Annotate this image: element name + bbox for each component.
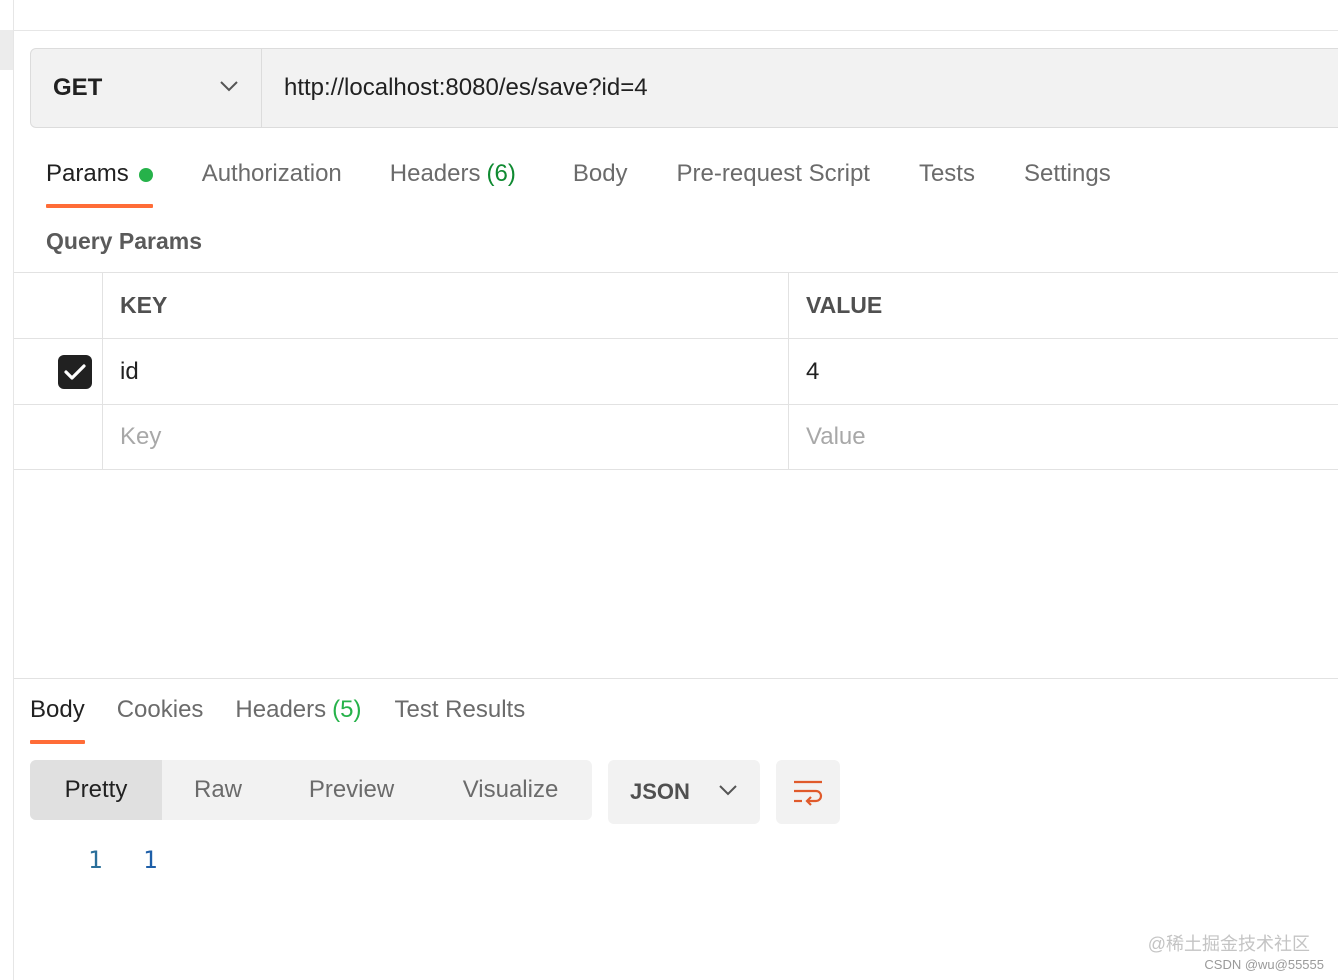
format-select[interactable]: JSON [608,760,760,824]
tab-settings[interactable]: Settings [1024,154,1111,210]
wrap-lines-button[interactable] [776,760,840,824]
chevron-down-icon [219,79,239,97]
tab-cookies[interactable]: Cookies [117,690,204,746]
tab-headers[interactable]: Headers (6) [390,154,516,210]
watermark-juejin: @稀土掘金技术社区 [1147,934,1310,954]
view-raw[interactable]: Raw [162,760,274,820]
tab-body[interactable]: Body [573,154,628,210]
table-row-new: Key Value [14,404,1338,470]
view-pretty[interactable]: Pretty [30,760,162,820]
format-label: JSON [630,779,690,804]
tab-label: Tests [918,160,975,187]
request-url-bar: GET http://localhost:8080/es/save?id=4 [30,48,1338,128]
tab-response-headers[interactable]: Headers (5) [235,690,361,746]
response-headers-count: (5) [332,696,362,723]
tab-pre-request-script[interactable]: Pre-request Script [677,154,870,210]
headers-count: (6) [486,160,516,187]
param-key-input[interactable]: id [103,339,789,404]
tab-label: Headers [235,696,327,723]
tab-params[interactable]: Params [46,154,153,210]
tab-label: Settings [1023,160,1111,187]
tab-tests[interactable]: Tests [919,154,975,210]
tab-label: Cookies [116,696,204,723]
sidebar-edge [0,0,14,980]
wrap-lines-icon [794,780,823,806]
table-row: id 4 [14,338,1338,404]
tab-label: Headers [389,160,481,187]
view-visualize[interactable]: Visualize [429,760,592,820]
params-active-indicator [138,168,153,182]
response-tabs: Body Cookies Headers (5) Test Results [30,690,525,746]
row-check-cell [14,405,103,469]
view-mode-toggle: Pretty Raw Preview Visualize [30,760,592,820]
view-preview[interactable]: Preview [274,760,429,820]
table-header-row: KEY VALUE [14,272,1338,338]
line-number: 1 [88,846,103,874]
header-check-cell [14,273,103,338]
tab-label: Authorization [201,160,342,187]
tab-label: Pre-request Script [676,160,870,187]
sidebar-notch [0,30,13,70]
new-value-input[interactable]: Value [789,405,1338,469]
column-header-value: VALUE [806,292,883,318]
tab-test-results[interactable]: Test Results [394,690,525,746]
response-body-editor[interactable]: 1 1 [88,846,157,874]
url-input[interactable]: http://localhost:8080/es/save?id=4 [262,49,1338,127]
param-enabled-checkbox[interactable] [58,354,92,389]
query-params-title: Query Params [46,228,202,254]
tab-label: Body [30,696,85,723]
tab-label: Test Results [394,696,526,723]
row-check-cell [14,339,103,404]
code-line: 1 [143,846,158,874]
request-tabs: Params Authorization Headers (6) Body Pr… [46,154,1111,210]
tab-label: Params [46,160,129,187]
column-header-key: KEY [103,273,789,338]
chevron-down-icon [718,783,738,801]
checkmark-icon [64,363,86,380]
query-params-table: KEY VALUE id 4 Key Value [14,272,1338,470]
new-key-input[interactable]: Key [103,405,789,469]
request-response-divider [14,678,1338,679]
top-divider [14,30,1338,31]
tab-label: Body [572,160,628,187]
method-select[interactable]: GET [31,49,262,127]
param-value-input[interactable]: 4 [789,339,1338,404]
tab-authorization[interactable]: Authorization [202,154,342,210]
tab-response-body[interactable]: Body [30,690,85,746]
watermark-csdn: CSDN @wu@55555 [1204,957,1324,972]
method-label: GET [53,74,103,101]
